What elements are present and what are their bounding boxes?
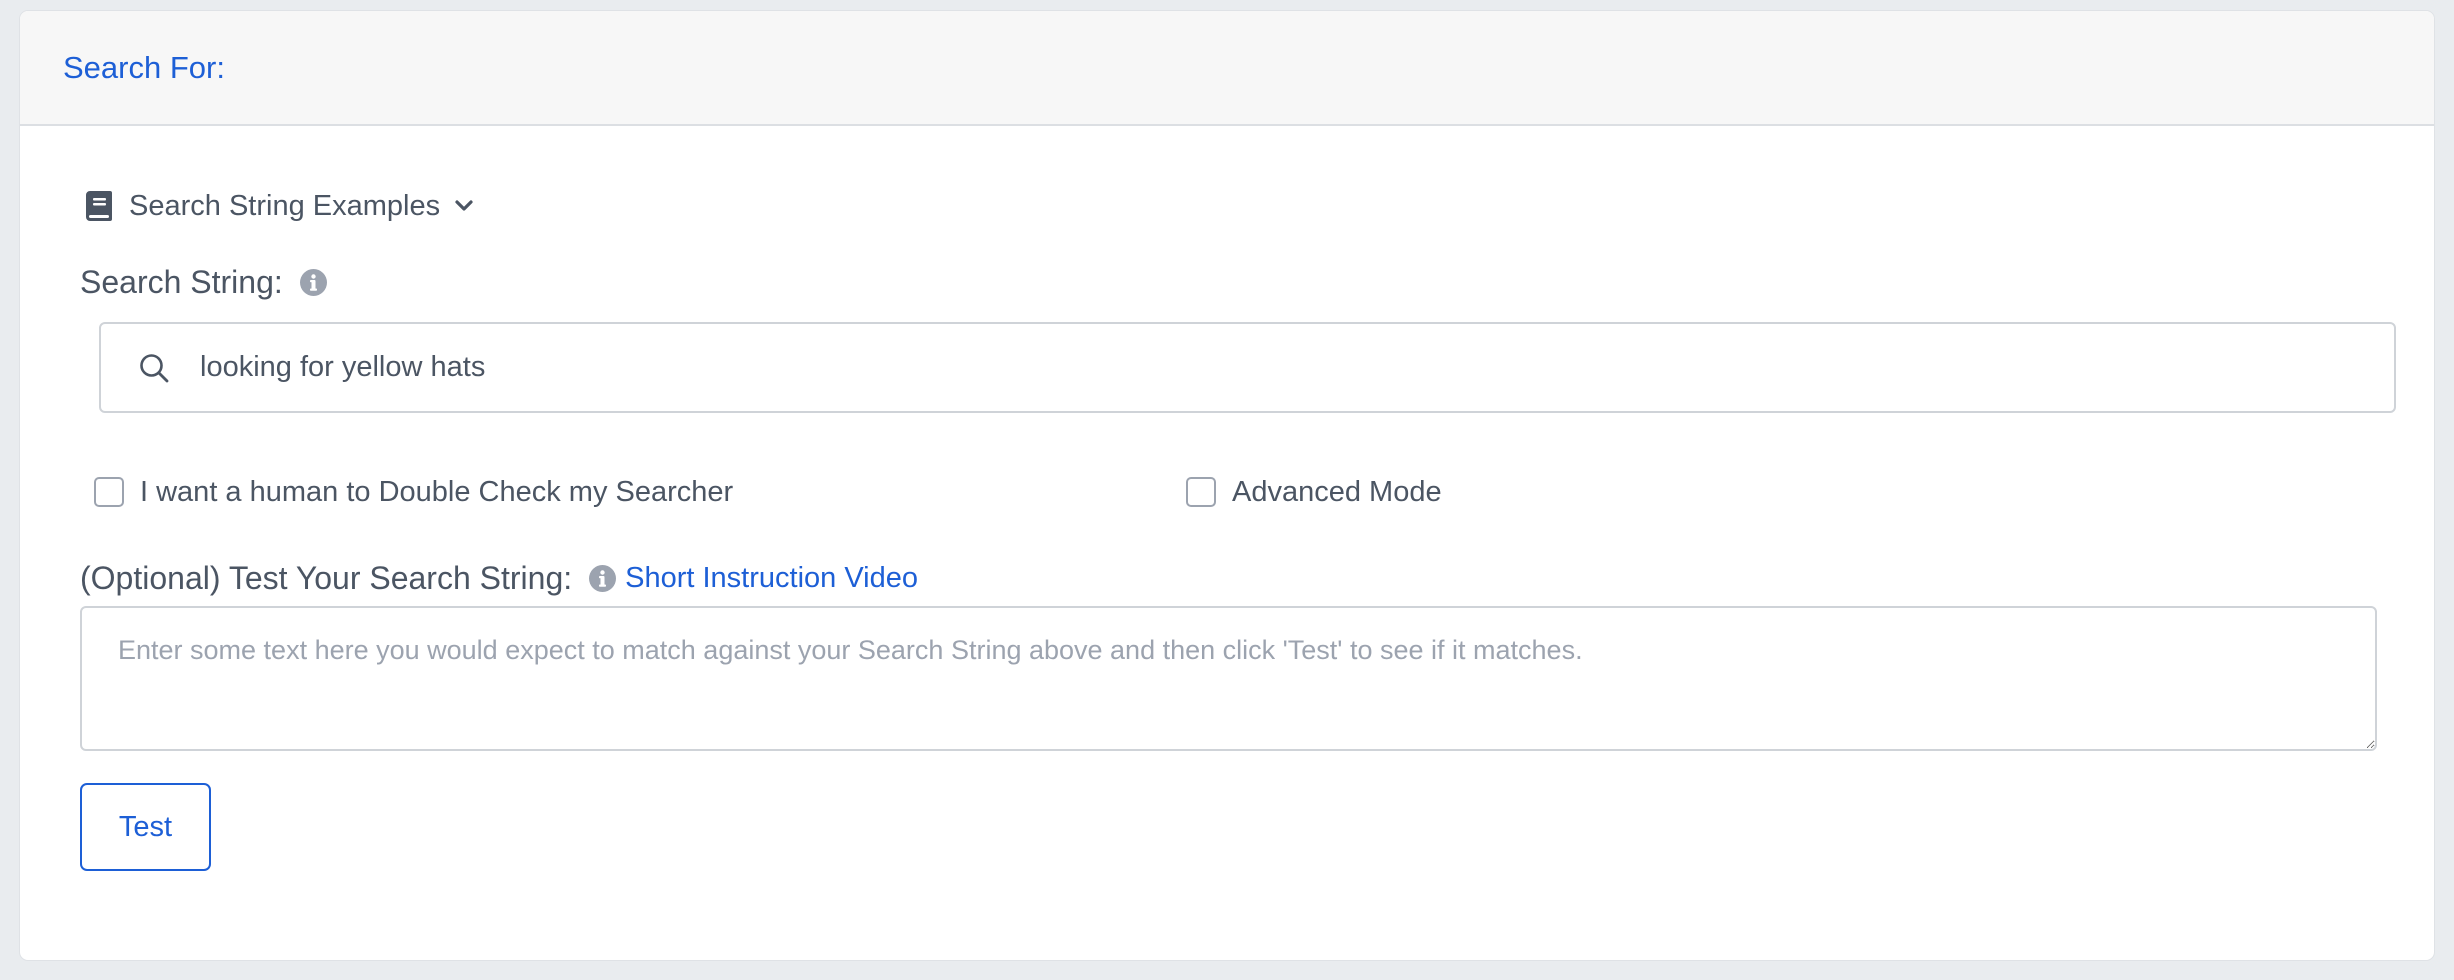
advanced-mode-label: Advanced Mode <box>1232 476 1442 508</box>
search-string-examples-label: Search String Examples <box>129 190 441 222</box>
human-double-check-label: I want a human to Double Check my Search… <box>140 476 734 508</box>
chevron-down-icon <box>454 199 474 213</box>
test-text-input[interactable] <box>80 606 2377 751</box>
search-string-label: Search String: <box>80 264 283 300</box>
search-string-label-row: Search String: <box>80 263 327 301</box>
card-title: Search For: <box>63 50 225 85</box>
card-header: Search For: <box>20 11 2434 126</box>
search-string-field[interactable] <box>99 322 2396 413</box>
search-string-examples-toggle[interactable]: Search String Examples <box>86 189 474 223</box>
short-instruction-video-link[interactable]: Short Instruction Video <box>625 561 918 595</box>
info-icon[interactable] <box>589 564 617 592</box>
book-icon <box>86 191 112 221</box>
search-string-input[interactable] <box>200 351 2300 384</box>
advanced-mode-checkbox[interactable] <box>1186 477 1216 507</box>
human-double-check-checkbox[interactable] <box>94 477 124 507</box>
test-search-string-label: (Optional) Test Your Search String: <box>80 560 573 596</box>
test-search-string-label-row: (Optional) Test Your Search String: Shor… <box>80 559 918 597</box>
test-button[interactable]: Test <box>80 783 211 871</box>
human-double-check-option[interactable]: I want a human to Double Check my Search… <box>94 475 733 509</box>
search-icon <box>137 351 171 385</box>
search-for-card: Search For: Search String Examples Searc… <box>19 10 2435 961</box>
advanced-mode-option[interactable]: Advanced Mode <box>1186 475 1442 509</box>
info-icon[interactable] <box>299 268 327 296</box>
